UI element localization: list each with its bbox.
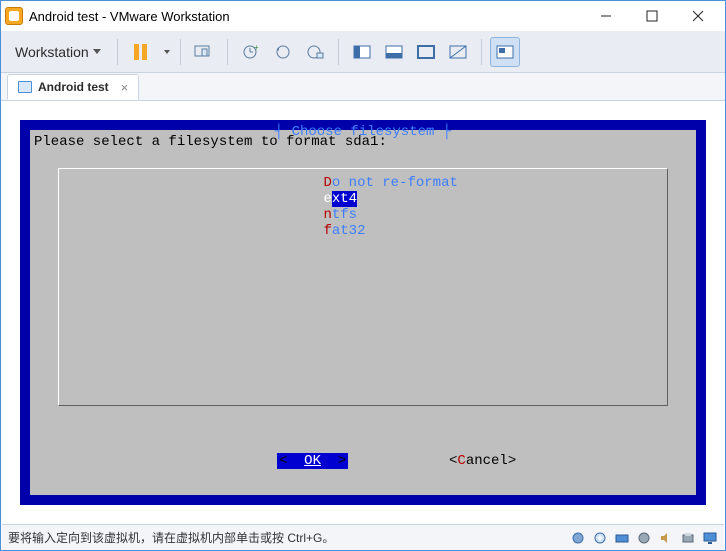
toolbar: Workstation +: [1, 31, 725, 73]
pause-icon: [134, 44, 147, 60]
clock-plus-icon: +: [242, 43, 260, 61]
screen-thumb-icon: [496, 45, 514, 59]
filesystem-option[interactable]: fat32: [59, 223, 667, 239]
screen-left-icon: [353, 45, 371, 59]
window-buttons: [583, 1, 721, 31]
separator: [338, 39, 339, 65]
screen-outline-icon: [417, 45, 435, 59]
snapshot-button[interactable]: +: [236, 37, 266, 67]
tab-android-test[interactable]: Android test ×: [7, 74, 139, 100]
view-fullscreen-bottom-button[interactable]: [379, 37, 409, 67]
status-bar: 要将输入定向到该虚拟机，请在虚拟机内部单击或按 Ctrl+G。: [2, 524, 724, 550]
filesystem-option[interactable]: Do not re-format: [59, 175, 667, 191]
screen-bottom-icon: [385, 45, 403, 59]
view-console-button[interactable]: [347, 37, 377, 67]
unity-button[interactable]: [443, 37, 473, 67]
cancel-button[interactable]: C: [457, 453, 465, 469]
vm-icon: [18, 81, 32, 93]
network-icon[interactable]: [614, 531, 630, 545]
dialog-buttons: < OK > <Cancel>: [30, 437, 696, 485]
ok-button[interactable]: < OK >: [277, 453, 348, 469]
revert-button[interactable]: [268, 37, 298, 67]
close-button[interactable]: [675, 1, 721, 31]
workstation-menu-label: Workstation: [15, 44, 89, 60]
tab-label: Android test: [38, 80, 109, 94]
clock-manage-icon: [306, 43, 324, 61]
clock-revert-icon: [274, 43, 292, 61]
device-tray: [570, 531, 718, 545]
separator: [481, 39, 482, 65]
thumbnail-bar-button[interactable]: [490, 37, 520, 67]
status-message: 要将输入定向到该虚拟机，请在虚拟机内部单击或按 Ctrl+G。: [8, 529, 334, 546]
tab-strip: Android test ×: [1, 73, 725, 101]
chevron-down-icon: [93, 49, 101, 54]
separator: [117, 39, 118, 65]
monitor-icon: [194, 44, 214, 60]
pause-button[interactable]: [126, 37, 156, 67]
filesystem-option[interactable]: ntfs: [59, 207, 667, 223]
fullscreen-button[interactable]: [411, 37, 441, 67]
vm-area: ┤ Choose filesystem ├ Please select a fi…: [2, 102, 724, 523]
svg-text:+: +: [254, 43, 259, 52]
filesystem-option[interactable]: ext4: [59, 191, 667, 207]
console-dialog: ┤ Choose filesystem ├ Please select a fi…: [30, 130, 696, 495]
disk-icon[interactable]: [570, 531, 586, 545]
titlebar: Android test - VMware Workstation: [1, 1, 725, 31]
close-tab-icon[interactable]: ×: [121, 80, 129, 95]
vm-screen[interactable]: ┤ Choose filesystem ├ Please select a fi…: [20, 120, 706, 505]
separator: [180, 39, 181, 65]
window-title: Android test - VMware Workstation: [29, 9, 583, 24]
chevron-down-icon: [164, 50, 170, 54]
minimize-button[interactable]: [583, 1, 629, 31]
printer-icon[interactable]: [680, 531, 696, 545]
sound-icon[interactable]: [658, 531, 674, 545]
filesystem-list: Do not re-format ext4 ntfs fat32: [58, 168, 668, 406]
usb-icon[interactable]: [636, 531, 652, 545]
workstation-menu[interactable]: Workstation: [7, 40, 109, 64]
snapshot-manager-button[interactable]: [300, 37, 330, 67]
separator: [227, 39, 228, 65]
power-menu-button[interactable]: [158, 37, 172, 67]
display-icon[interactable]: [702, 531, 718, 545]
send-ctrl-alt-del-button[interactable]: [189, 37, 219, 67]
cd-icon[interactable]: [592, 531, 608, 545]
screen-diag-icon: [449, 45, 467, 59]
app-icon: [5, 7, 23, 25]
dialog-title: ┤ Choose filesystem ├: [30, 124, 696, 140]
maximize-button[interactable]: [629, 1, 675, 31]
